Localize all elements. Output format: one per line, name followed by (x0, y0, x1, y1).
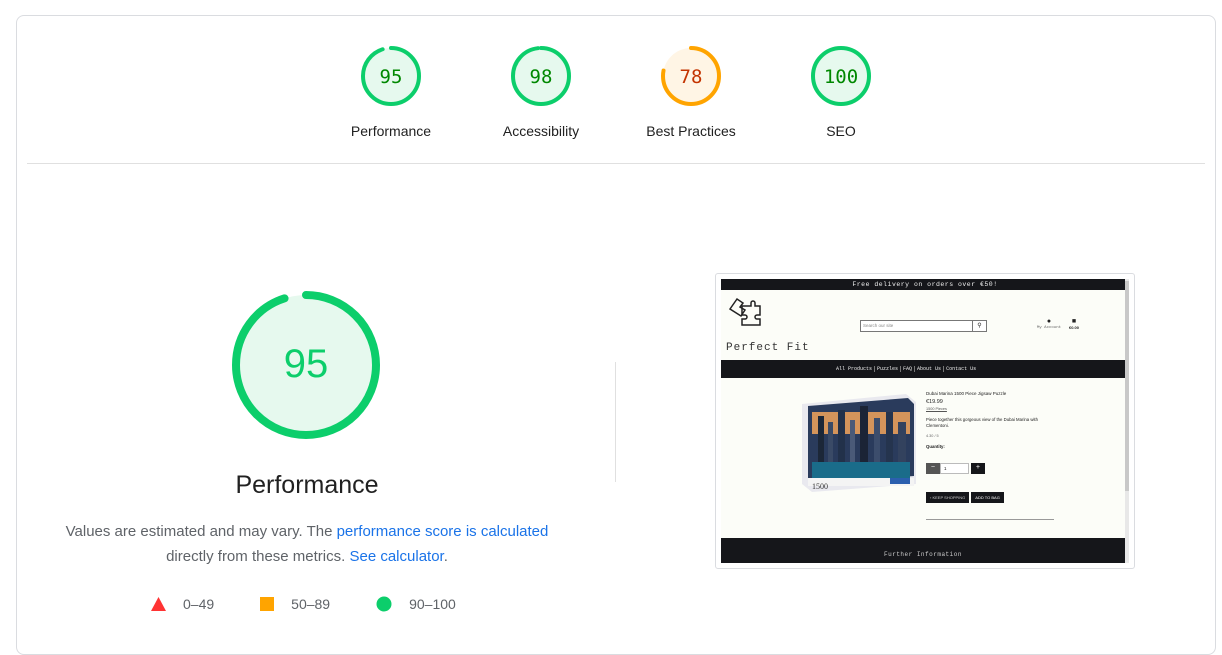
screenshot-page: Free delivery on orders over €50! Search… (721, 279, 1129, 563)
legend-pass: 90–100 (376, 596, 456, 612)
quantity-input[interactable]: 1 (940, 463, 969, 474)
footer: Further Information (721, 538, 1125, 563)
product-divider (926, 519, 1054, 520)
my-account[interactable]: ● My Account (1035, 318, 1063, 330)
gauge-ring: 98 (511, 46, 571, 106)
circle-icon (376, 596, 392, 612)
gauge-seo[interactable]: 100 SEO (771, 45, 911, 139)
performance-gauge-large: 95 (230, 289, 382, 446)
final-screenshot[interactable]: Free delivery on orders over €50! Search… (715, 273, 1135, 569)
product-info: Dubai Marina 1500 Piece Jigsaw Puzzle €1… (926, 391, 1066, 449)
score-legend: 0–49 50–89 90–100 (151, 594, 502, 614)
gauge-accessibility[interactable]: 98 Accessibility (471, 45, 611, 139)
triangle-icon (151, 597, 166, 611)
gauge-score: 100 (824, 66, 858, 88)
see-calculator-link[interactable]: See calculator (349, 548, 443, 565)
product-category-link[interactable]: 1500 Pieces (926, 407, 1066, 411)
description-suffix: . (443, 548, 448, 565)
bag-total: €0.00 (1068, 325, 1079, 330)
add-to-bag-button[interactable]: ADD TO BAG (971, 492, 1004, 503)
decrement-button[interactable]: − (926, 463, 940, 474)
nav-link[interactable]: About Us (915, 366, 945, 372)
product-blurb: Piece together this gorgeous view of the… (926, 417, 1039, 428)
gauge-score: 95 (380, 66, 403, 88)
delivery-banner: Free delivery on orders over €50! (721, 279, 1129, 290)
search-input[interactable]: Search our site (861, 321, 972, 331)
description-text: Values are estimated and may vary. The (65, 523, 337, 540)
gauge-performance[interactable]: 95 Performance (321, 45, 461, 139)
nav-link[interactable]: All Products (834, 366, 876, 372)
gauge-ring: 78 (661, 46, 721, 106)
box-text: 1500 (812, 482, 828, 491)
category-gauges: 95 Performance 98 Accessibility 78 Best Pract… (17, 16, 1217, 164)
description-text-2: directly from these metrics. (166, 548, 350, 565)
product-image: 1500 (798, 392, 918, 497)
quantity-stepper: − 1 + (926, 463, 985, 474)
account-label: My Account (1036, 326, 1061, 330)
square-icon (260, 597, 275, 611)
search-icon[interactable]: ⚲ (972, 321, 986, 331)
gauge-label: SEO (826, 123, 856, 139)
site-search[interactable]: Search our site ⚲ (860, 320, 987, 332)
quantity-label: Quantity: (926, 444, 945, 449)
puzzle-logo-icon (727, 295, 763, 332)
user-icon: ● (1046, 318, 1052, 326)
gauge-ring: 95 (361, 46, 421, 106)
gauge-score: 95 (284, 342, 329, 386)
scrollbar-thumb[interactable] (1125, 281, 1129, 491)
product-price: €19.99 (926, 399, 943, 405)
gauge-label: Accessibility (502, 123, 580, 139)
gauge-label: Best Practices (646, 123, 736, 139)
performance-description: Values are estimated and may vary. The p… (47, 519, 567, 569)
scrollbar[interactable] (1125, 279, 1129, 563)
legend-label: 0–49 (183, 596, 215, 612)
legend-label: 90–100 (409, 596, 456, 612)
gauge-score: 78 (680, 66, 703, 88)
product-name: Dubai Marina 1500 Piece Jigsaw Puzzle (926, 391, 1007, 396)
product-actions: ‹ KEEP SHOPPING ADD TO BAG (926, 492, 1006, 503)
gauge-ring: 100 (811, 46, 871, 106)
nav-link[interactable]: Contact Us (944, 366, 978, 372)
bag-icon: ■ (1071, 318, 1077, 325)
score-calculation-link[interactable]: performance score is calculated (337, 523, 549, 540)
keep-shopping-label: KEEP SHOPPING (932, 495, 966, 500)
gauge-label: Performance (350, 123, 432, 139)
nav-link[interactable]: Puzzles (875, 366, 902, 372)
header-divider (27, 163, 1205, 164)
increment-button[interactable]: + (971, 463, 985, 474)
vertical-divider (615, 362, 616, 482)
section-title: Performance (235, 471, 379, 499)
nav-link[interactable]: FAQ (901, 366, 916, 372)
keep-shopping-button[interactable]: ‹ KEEP SHOPPING (926, 492, 970, 503)
legend-fail: 0–49 (151, 596, 214, 612)
shopping-bag[interactable]: ■ €0.00 (1067, 318, 1081, 330)
main-nav: All Products Puzzles FAQ About Us Contact Us (721, 360, 1125, 378)
brand-name: Perfect Fit (726, 342, 810, 354)
product-rating: 4.30 / 5 (926, 434, 939, 438)
gauge-score: 98 (530, 66, 553, 88)
lighthouse-report-card: 95 Performance 98 Accessibility 78 Best Pract… (16, 15, 1216, 655)
gauge-best-practices[interactable]: 78 Best Practices (621, 45, 761, 139)
legend-label: 50–89 (291, 596, 331, 612)
legend-average: 50–89 (260, 596, 330, 612)
